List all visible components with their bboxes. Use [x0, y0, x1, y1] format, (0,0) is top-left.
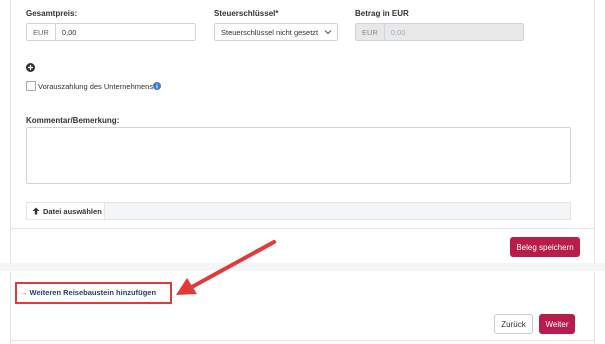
- footer-line: [10, 340, 595, 341]
- add-segment-label: Weiteren Reisebaustein hinzufügen: [29, 288, 157, 297]
- prepayment-label: Vorauszahlung des Unternehmens: [38, 82, 154, 91]
- tax-key-label: Steuerschlüssel*: [214, 9, 279, 18]
- file-select-label: Datei auswählen: [43, 206, 102, 216]
- frame-right-border: [594, 0, 595, 344]
- total-currency-addon: EUR: [27, 24, 56, 40]
- section-divider: [10, 228, 595, 229]
- amount-eur-value: 0,00: [390, 27, 406, 37]
- total-price-input[interactable]: 0,00: [56, 28, 77, 37]
- amount-eur-field: EUR 0,00: [355, 23, 524, 41]
- section-gap: [0, 263, 605, 271]
- amount-eur-label: Betrag in EUR: [355, 9, 409, 18]
- total-price-field[interactable]: EUR 0,00: [26, 23, 196, 41]
- upload-icon: [32, 207, 40, 215]
- frame-left-border: [10, 0, 11, 344]
- add-circle-icon[interactable]: [26, 63, 35, 72]
- annotation-arrow: [176, 240, 276, 295]
- comment-textarea[interactable]: [26, 127, 571, 184]
- amount-currency-addon: EUR: [356, 24, 385, 40]
- tax-key-select[interactable]: Steuerschlüssel nicht gesetzt: [214, 23, 338, 41]
- next-button[interactable]: Weiter: [539, 314, 575, 334]
- prepayment-checkbox[interactable]: [26, 81, 36, 91]
- back-button[interactable]: Zurück: [494, 314, 533, 334]
- arrow-right-icon: →: [20, 288, 28, 297]
- add-segment-link[interactable]: → Weiteren Reisebaustein hinzufügen: [20, 288, 156, 297]
- total-price-label: Gesamtpreis:: [26, 9, 78, 18]
- file-select-button[interactable]: Datei auswählen: [27, 203, 105, 219]
- comment-label: Kommentar/Bemerkung:: [26, 116, 120, 125]
- chevron-down-icon: [324, 28, 332, 36]
- info-icon[interactable]: [153, 82, 161, 90]
- file-input-bar: [26, 202, 571, 220]
- save-receipt-button[interactable]: Beleg speichern: [510, 237, 580, 257]
- tax-key-selected: Steuerschlüssel nicht gesetzt: [221, 27, 319, 37]
